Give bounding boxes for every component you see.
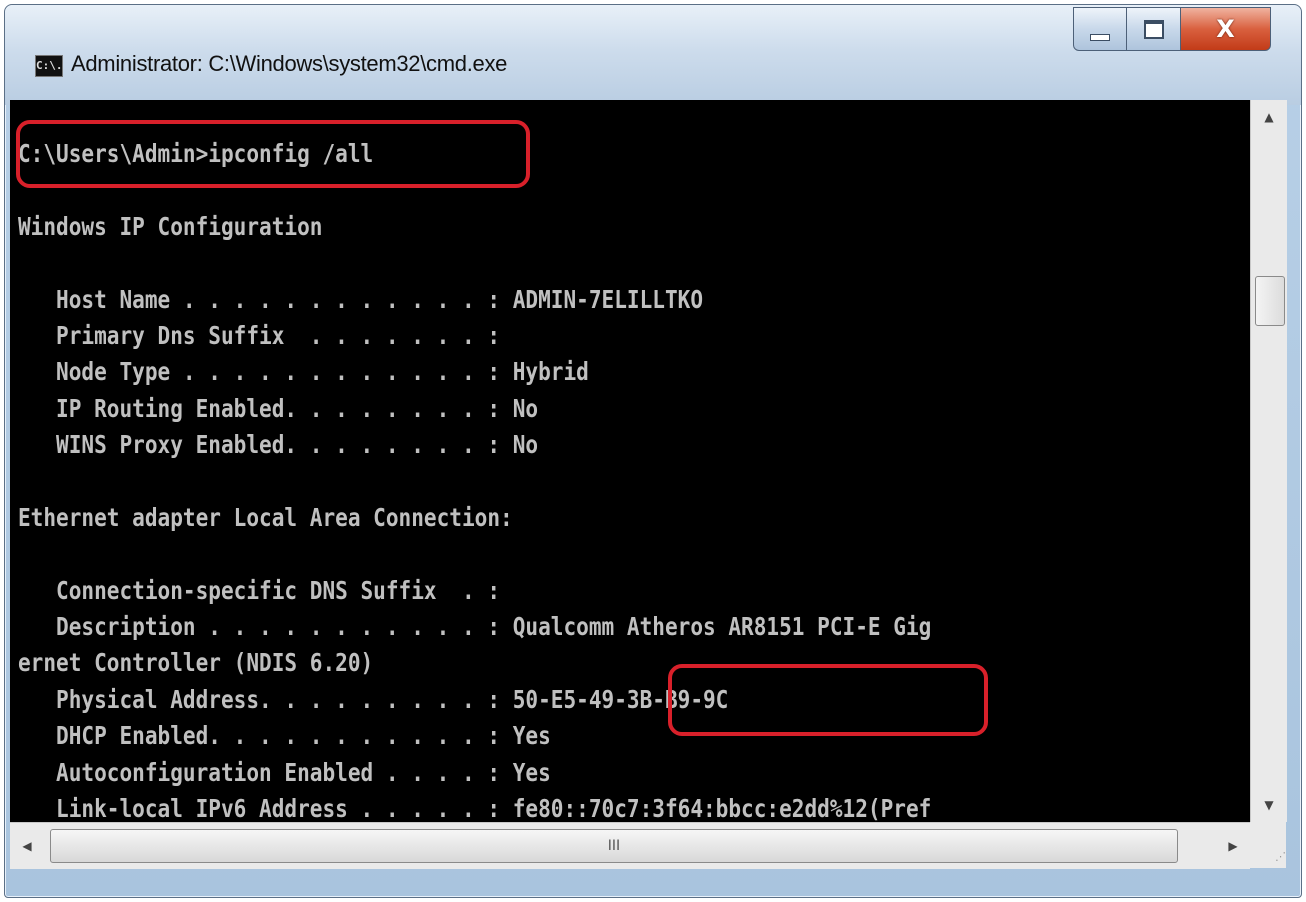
console-output[interactable]: C:\Users\Admin>ipconfig /all Windows IP … [10,100,1250,822]
resize-grip-icon[interactable]: ⋰ [1250,822,1286,868]
console-line: Host Name . . . . . . . . . . . . : ADMI… [18,284,704,314]
window-title: Administrator: C:\Windows\system32\cmd.e… [71,51,508,76]
scroll-down-arrow-icon[interactable]: ▼ [1251,788,1287,822]
minimize-button[interactable] [1073,7,1127,51]
minimize-icon [1090,33,1110,41]
title-bar[interactable]: C:\. Administrator: C:\Windows\system32\… [5,5,1301,105]
maximize-button[interactable] [1127,7,1181,51]
scroll-left-arrow-icon[interactable]: ◀ [10,823,44,869]
close-icon: X [1216,15,1235,43]
caption-buttons: X [1073,7,1271,53]
console-line: Ethernet adapter Local Area Connection: [18,502,513,532]
console-line: WINS Proxy Enabled. . . . . . . . : No [18,430,539,460]
console-line: Link-local IPv6 Address . . . . . : fe80… [18,794,932,822]
vertical-scroll-thumb[interactable] [1255,276,1285,326]
console-line: Description . . . . . . . . . . . : Qual… [18,612,932,642]
horizontal-scrollbar[interactable]: ◀ III ▶ [10,822,1250,869]
horizontal-scroll-thumb[interactable]: III [50,829,1178,863]
cmd-icon[interactable]: C:\. [35,55,63,77]
vertical-scrollbar[interactable]: ▲ ▼ [1250,100,1287,822]
console-line: Connection-specific DNS Suffix . : [18,575,501,605]
console-line: Autoconfiguration Enabled . . . . : Yes [18,757,551,787]
maximize-icon [1143,19,1164,39]
console-line: Primary Dns Suffix . . . . . . . : [18,320,501,350]
console-line: IP Routing Enabled. . . . . . . . : No [18,393,539,423]
console-line: Windows IP Configuration [18,211,323,241]
scroll-right-arrow-icon[interactable]: ▶ [1216,823,1250,869]
physical-address-highlight [668,664,988,736]
console-line: Node Type . . . . . . . . . . . . : Hybr… [18,357,589,387]
close-button[interactable]: X [1181,7,1271,51]
command-highlight [16,120,530,188]
scroll-up-arrow-icon[interactable]: ▲ [1251,100,1287,134]
